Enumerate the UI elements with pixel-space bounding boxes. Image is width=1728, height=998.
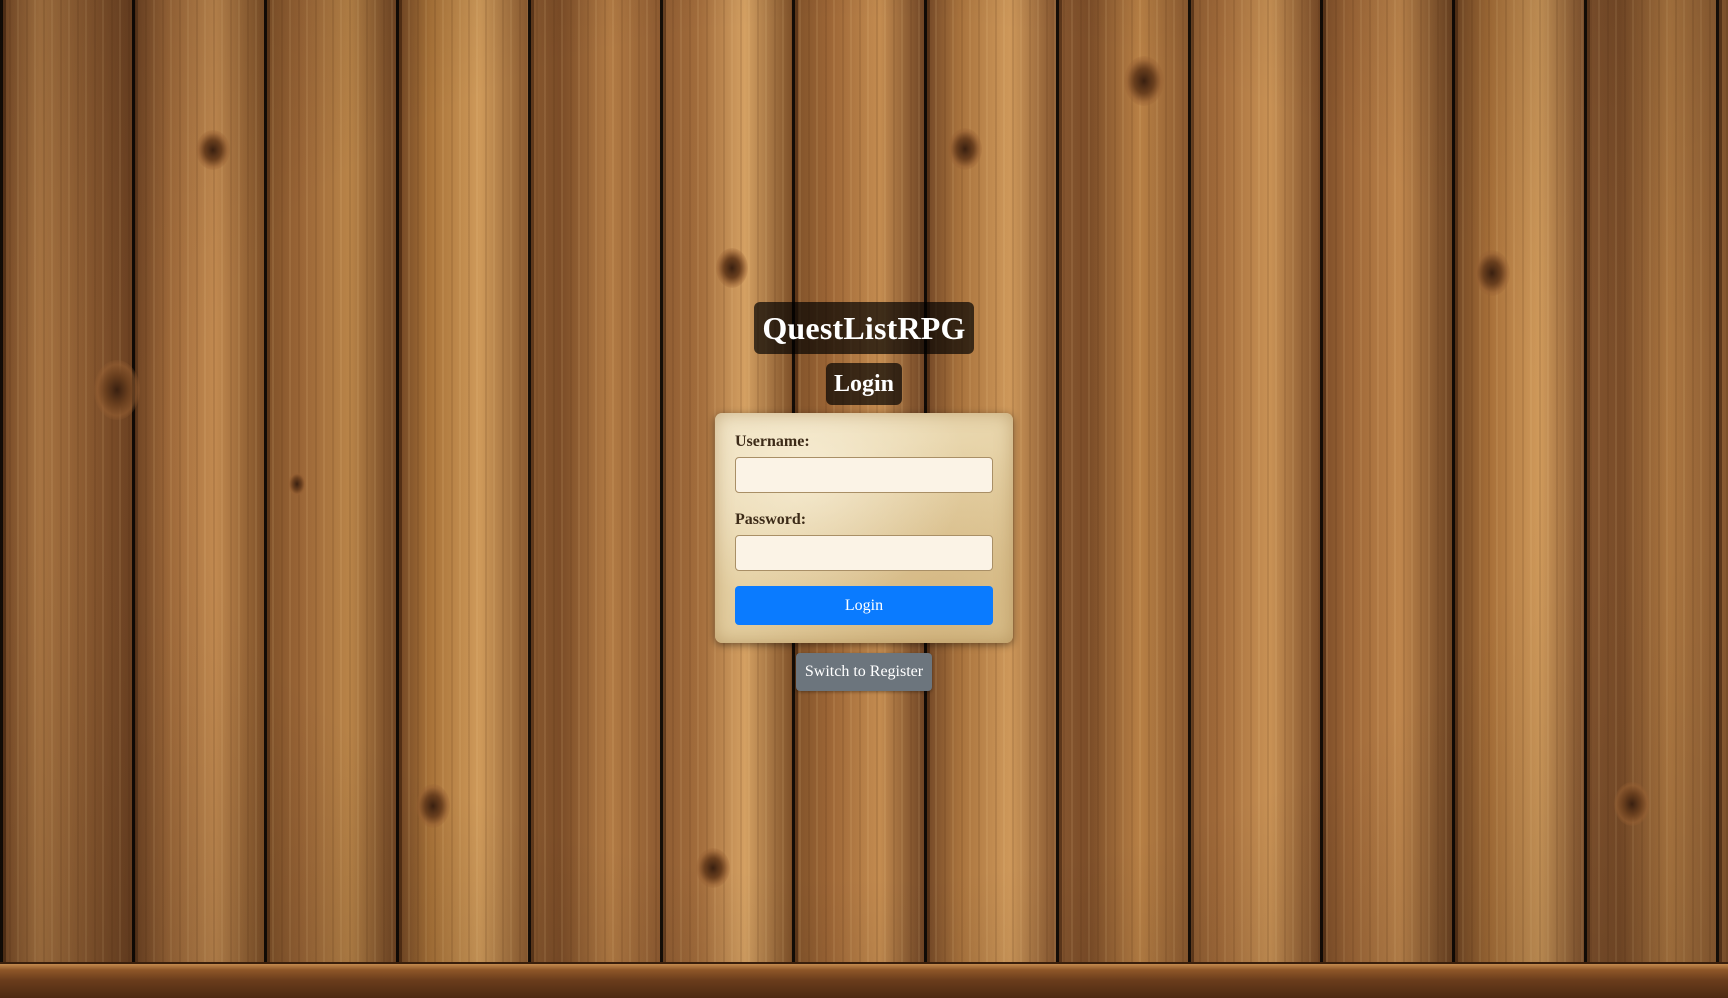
password-label: Password:	[735, 511, 807, 528]
password-field[interactable]	[735, 535, 993, 571]
username-field[interactable]	[735, 457, 993, 493]
username-label: Username:	[735, 433, 810, 450]
wood-knot	[696, 848, 730, 888]
login-page-content: QuestListRPG Login Username: Password: L…	[0, 302, 1728, 691]
login-button[interactable]: Login	[735, 586, 993, 625]
wood-knot	[416, 784, 450, 828]
wood-plank-background: QuestListRPG Login Username: Password: L…	[0, 0, 1728, 998]
wood-knot	[716, 248, 748, 288]
wood-knot	[1614, 782, 1650, 826]
login-form-card: Username: Password: Login	[715, 413, 1013, 643]
wood-knot	[196, 130, 230, 170]
wood-knot	[1124, 56, 1164, 106]
floor-trim	[0, 962, 1728, 998]
wood-knot	[1474, 250, 1510, 296]
app-title: QuestListRPG	[754, 302, 974, 354]
switch-to-register-button[interactable]: Switch to Register	[795, 653, 933, 691]
login-heading: Login	[825, 363, 903, 405]
wood-knot	[948, 128, 982, 170]
